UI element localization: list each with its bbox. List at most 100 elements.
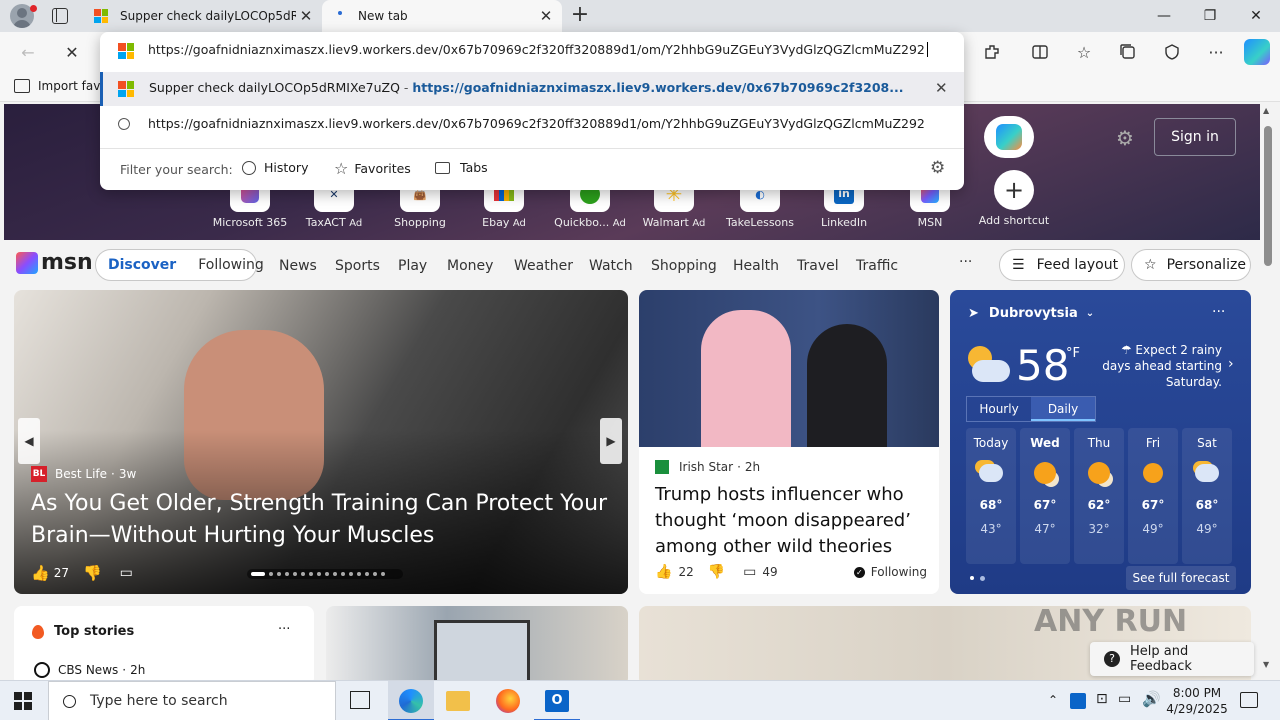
side-story-card[interactable]: Irish Star · 2h Trump hosts influencer who… [639, 290, 939, 594]
copilot-icon[interactable] [1244, 39, 1270, 65]
nav-shopping[interactable]: Shopping [651, 258, 717, 274]
copilot-search-button[interactable] [984, 116, 1034, 158]
weather-location[interactable]: ➤ Dubrovytsia ⌄ [968, 306, 1094, 321]
thumbs-down-icon[interactable]: 👎 [83, 564, 102, 582]
back-icon[interactable]: ← [16, 40, 40, 64]
tab-hourly[interactable]: Hourly [967, 397, 1031, 421]
address-input[interactable]: https://goafnidniaznximaszx.liev9.worker… [148, 42, 928, 57]
taskbar-clock[interactable]: 8:00 PM 4/29/2025 [1162, 685, 1232, 717]
file-explorer-icon[interactable] [446, 691, 470, 711]
new-tab-plus-icon[interactable]: + [568, 4, 592, 28]
nav-weather[interactable]: Weather [514, 258, 573, 274]
chevron-right-icon[interactable]: › [1228, 356, 1234, 372]
discover-tab[interactable]: Discover [108, 257, 176, 273]
extensions-icon[interactable] [980, 40, 1004, 64]
show-hidden-icons-chevron-icon[interactable]: ⌃ [1048, 693, 1058, 707]
story-source: CBS News · 2h [34, 662, 145, 678]
restore-icon[interactable]: ❐ [1187, 0, 1233, 32]
remove-suggestion-icon[interactable]: ✕ [935, 79, 948, 97]
page-scrollbar[interactable]: ▲ ▼ [1260, 104, 1280, 680]
tab-daily[interactable]: Daily [1031, 397, 1095, 421]
story-headline[interactable]: As You Get Older, Strength Training Can … [31, 488, 621, 552]
close-window-icon[interactable]: ✕ [1233, 0, 1279, 32]
nav-money[interactable]: Money [447, 258, 493, 274]
story-card-chart[interactable] [326, 606, 628, 680]
nav-sports[interactable]: Sports [335, 258, 380, 274]
favorites-star-icon[interactable]: ☆ [1072, 40, 1096, 64]
suggestion-row[interactable]: Supper check dailyLOCOp5dRMIXe7uZQ - htt… [100, 72, 964, 106]
nav-watch[interactable]: Watch [589, 258, 633, 274]
forecast-day[interactable]: Thu 62° 32° [1074, 428, 1124, 564]
following-tab[interactable]: Following [198, 257, 264, 273]
personalize-button[interactable]: ☆ Personalize [1131, 249, 1251, 281]
network-icon[interactable]: ▭ [1118, 691, 1131, 707]
forecast-day[interactable]: Wed 67° 47° [1020, 428, 1070, 564]
nav-more-icon[interactable]: ··· [959, 254, 972, 270]
taskbar-search-box[interactable]: Type here to search [48, 681, 336, 720]
volume-icon[interactable]: 🔊 [1142, 690, 1161, 708]
sign-in-button[interactable]: Sign in [1154, 118, 1236, 156]
top-stories-more-icon[interactable]: ··· [278, 622, 290, 637]
weather-card[interactable]: ➤ Dubrovytsia ⌄ ··· 58 °F ☂ Expect 2 rai… [950, 290, 1251, 594]
story-reactions: 👍 27 👎 ▭ [31, 564, 133, 582]
scroll-up-icon[interactable]: ▲ [1263, 106, 1269, 115]
copilot-logo-icon [996, 124, 1022, 150]
main-story-card[interactable]: ◀ ▶ BL Best Life · 3w As You Get Older, St… [14, 290, 628, 594]
taskbar-edge[interactable] [388, 681, 434, 720]
thumbs-down-icon[interactable]: 👎 [708, 564, 725, 580]
nav-traffic[interactable]: Traffic [856, 258, 898, 274]
tab-new-tab[interactable]: New tab ✕ [322, 0, 562, 32]
outlook-tray-icon[interactable] [1070, 693, 1086, 709]
feed-layout-button[interactable]: ☰ Feed layout [999, 249, 1125, 281]
weather-more-icon[interactable]: ··· [1212, 304, 1225, 320]
story-headline[interactable]: Trump hosts influencer who thought ‘moon… [655, 482, 927, 560]
firefox-icon[interactable] [496, 689, 520, 713]
browser-essentials-icon[interactable] [1160, 40, 1184, 64]
help-feedback-button[interactable]: ? Help and Feedback [1090, 642, 1254, 676]
forecast-day[interactable]: Sat 68° 49° [1182, 428, 1232, 564]
thumbs-up-icon[interactable]: 👍 [31, 564, 50, 582]
tab-supper-check[interactable]: Supper check dailyLOCOp5dRMI ✕ [82, 0, 322, 32]
scrollbar-thumb[interactable] [1264, 126, 1272, 266]
carousel-next-button[interactable]: ▶ [600, 418, 622, 464]
close-tab-icon[interactable]: ✕ [298, 8, 314, 24]
following-label[interactable]: Following [871, 565, 927, 579]
settings-more-icon[interactable]: ··· [1204, 40, 1228, 64]
collections-icon[interactable] [1116, 40, 1140, 64]
nav-news[interactable]: News [279, 258, 317, 274]
msn-logo[interactable]: msn [16, 250, 93, 275]
search-suggestion-text: https://goafnidniaznximaszx.liev9.worker… [148, 116, 925, 131]
filter-favorites[interactable]: ☆ Favorites [334, 159, 411, 178]
search-suggestion-row[interactable]: https://goafnidniaznximaszx.liev9.worker… [100, 108, 964, 142]
notification-center-icon[interactable] [1240, 692, 1258, 708]
carousel-prev-button[interactable]: ◀ [18, 418, 40, 464]
watermark: ANY RUN [1034, 604, 1188, 639]
minimize-icon[interactable]: — [1141, 0, 1187, 32]
nav-travel[interactable]: Travel [797, 258, 839, 274]
split-screen-icon[interactable] [1028, 40, 1052, 64]
page-settings-gear-icon[interactable]: ⚙ [1116, 126, 1134, 150]
nav-play[interactable]: Play [398, 258, 427, 274]
new-tab-page: ⚙ Sign in Microsoft 365 ✕ TaxACT Ad 👜 Shop… [4, 104, 1260, 680]
stop-loading-icon[interactable]: ✕ [60, 40, 84, 64]
tray-app-icon[interactable]: ⊡ [1096, 691, 1108, 707]
filter-history[interactable]: History [242, 160, 308, 175]
scroll-down-icon[interactable]: ▼ [1263, 660, 1269, 669]
import-favorites-link[interactable]: Import favo [38, 79, 108, 93]
thumbs-up-icon[interactable]: 👍 [655, 564, 672, 580]
add-shortcut-button[interactable]: + Add shortcut [974, 170, 1054, 227]
windows-start-icon[interactable] [14, 692, 32, 710]
search-settings-gear-icon[interactable]: ⚙ [930, 158, 945, 178]
filter-tabs[interactable]: Tabs [435, 160, 488, 175]
comment-icon[interactable]: ▭ [743, 564, 756, 580]
forecast-day[interactable]: Today 68° 43° [966, 428, 1016, 564]
tab-actions-icon[interactable] [52, 8, 68, 24]
taskbar-outlook[interactable]: O [534, 681, 580, 720]
see-full-forecast-link[interactable]: See full forecast [1126, 566, 1236, 590]
close-tab-icon[interactable]: ✕ [538, 8, 554, 24]
weather-alert[interactable]: ☂ Expect 2 rainy days ahead starting Sat… [1098, 342, 1222, 390]
nav-health[interactable]: Health [733, 258, 779, 274]
forecast-day[interactable]: Fri 67° 49° [1128, 428, 1178, 564]
task-view-icon[interactable] [350, 691, 370, 709]
comment-icon[interactable]: ▭ [120, 565, 133, 581]
